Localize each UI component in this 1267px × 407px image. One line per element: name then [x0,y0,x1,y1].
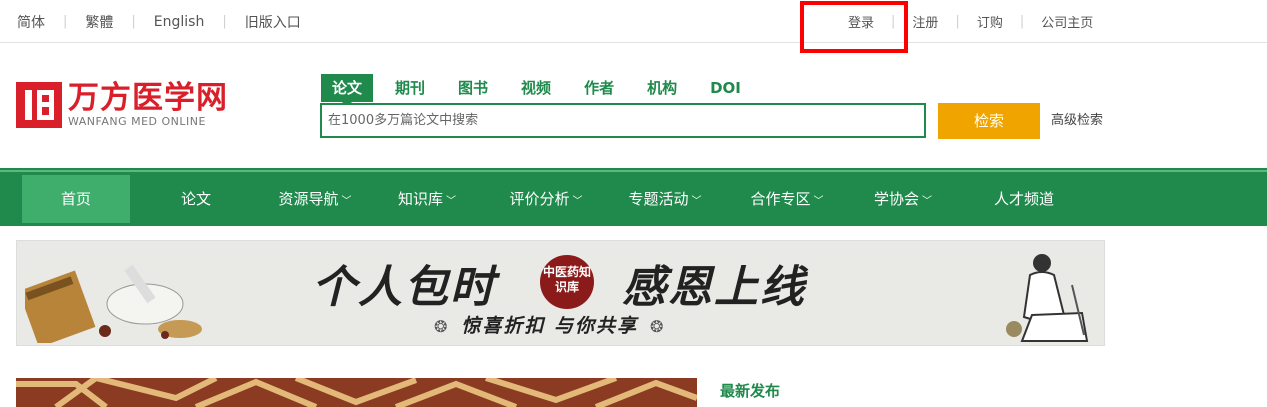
ornament-icon: ❂ [650,317,666,336]
divider: | [1019,14,1025,29]
login-highlight-box [800,1,908,53]
nav-cooperation[interactable]: 合作专区 ﹀ [724,175,850,223]
site-logo[interactable]: 万方医学网 WANFANG MED ONLINE [16,81,228,128]
banner-headline-left: 个人包时 [312,262,496,313]
divider: | [63,14,68,29]
logo-mark-icon [16,81,62,128]
top-bar: 简体 | 繁體 | English | 旧版入口 登录 | 注册 | 订购 | … [0,0,1267,43]
chevron-down-icon: ﹀ [572,196,583,207]
advanced-search-link[interactable]: 高级检索 [1051,103,1103,139]
lang-english[interactable]: English [154,14,205,30]
divider: | [131,14,136,29]
nav-associations[interactable]: 学协会 ﹀ [850,175,956,223]
banner-seal: 中医药知识库 [540,255,594,309]
nav-special-events[interactable]: 专题活动 ﹀ [606,175,724,223]
nav-talent[interactable]: 人才频道 [956,175,1092,223]
language-switcher: 简体 | 繁體 | English | 旧版入口 [17,0,301,43]
search-type-tabs: 论文 期刊 图书 视频 作者 机构 DOI [321,74,774,107]
logo-english-name: WANFANG MED ONLINE [68,115,206,128]
ornament-icon: ❂ [434,317,450,336]
tab-institution[interactable]: 机构 [647,74,677,102]
latest-releases-title: 最新发布 [720,382,781,400]
lattice-image [16,378,697,407]
logo-chinese-name: 万方医学网 [68,80,228,116]
nav-evaluation[interactable]: 评价分析 ﹀ [486,175,606,223]
tab-doi[interactable]: DOI [710,74,741,102]
old-version-link[interactable]: 旧版入口 [245,12,301,32]
search-button[interactable]: 检索 [938,103,1040,139]
tab-author[interactable]: 作者 [584,74,614,102]
logo-text: 万方医学网 WANFANG MED ONLINE [68,81,228,128]
tab-book[interactable]: 图书 [458,74,488,102]
nav-knowledge-base[interactable]: 知识库 ﹀ [368,175,486,223]
tab-video[interactable]: 视频 [521,74,551,102]
chevron-down-icon: ﹀ [922,196,932,207]
lang-traditional[interactable]: 繁體 [85,12,113,32]
chevron-down-icon: ﹀ [341,196,352,207]
divider: | [955,14,960,29]
main-nav: 首页 论文 资源导航 ﹀ 知识库 ﹀ 评价分析 ﹀ 专题活动 ﹀ 合作专区 ﹀ 学协会 ﹀ … [0,168,1267,226]
banner-subline: ❂ 惊喜折扣 与你共享 ❂ [434,315,666,337]
tab-journal[interactable]: 期刊 [395,74,425,102]
chevron-down-icon: ﹀ [691,196,702,207]
nav-resource-guide[interactable]: 资源导航 ﹀ [262,175,368,223]
lang-simplified[interactable]: 简体 [17,12,45,32]
subscribe-link[interactable]: 订购 [977,12,1003,31]
nav-paper[interactable]: 论文 [130,175,262,223]
search-input[interactable]: 在1000多万篇论文中搜索 [320,103,926,138]
divider: | [222,14,227,29]
chevron-down-icon: ﹀ [446,196,456,207]
scholar-illustration [1006,254,1089,342]
tab-paper[interactable]: 论文 [321,74,374,107]
company-home-link[interactable]: 公司主页 [1041,12,1093,31]
chevron-down-icon: ﹀ [813,196,824,207]
banner-headline-right: 感恩上线 [622,262,806,313]
promo-banner[interactable]: 个人包时 中医药知识库 感恩上线 ❂ 惊喜折扣 与你共享 ❂ [16,240,1105,346]
nav-home[interactable]: 首页 [22,175,130,223]
herbs-illustration [25,264,202,343]
register-link[interactable]: 注册 [912,12,938,31]
